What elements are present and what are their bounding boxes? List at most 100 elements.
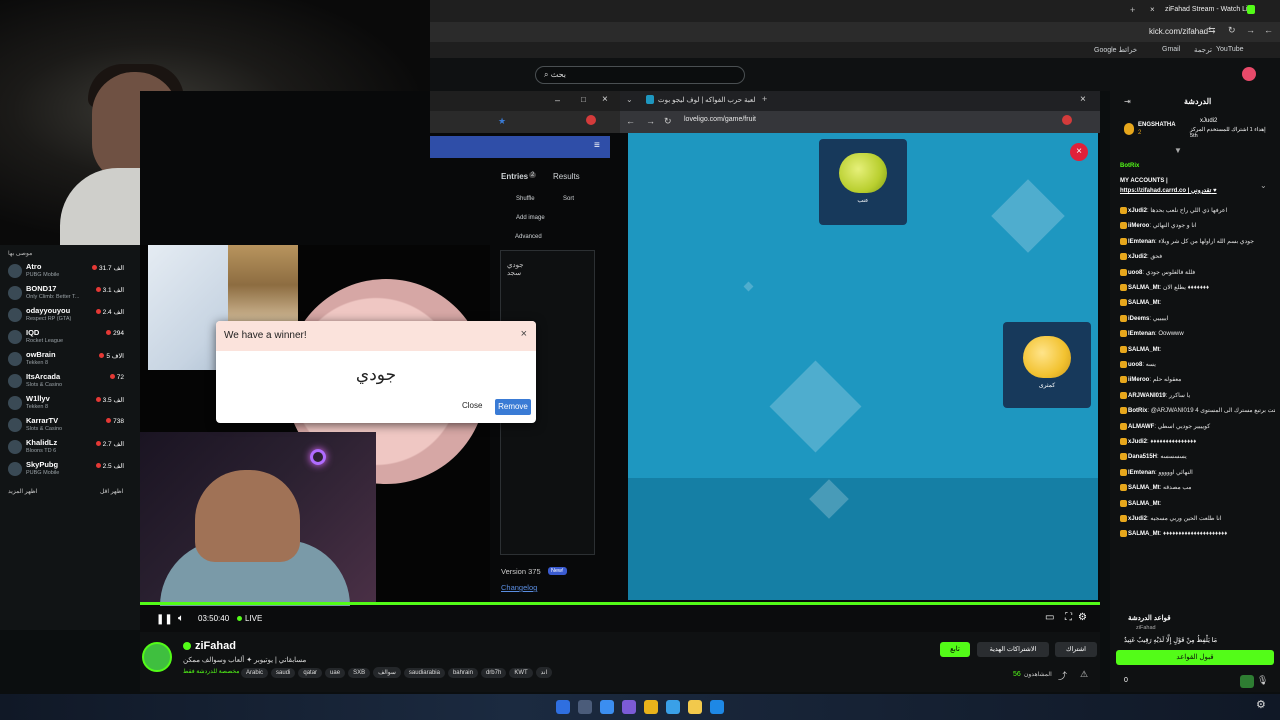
send-button[interactable] <box>1240 675 1254 688</box>
changelog-link[interactable]: Changelog <box>501 583 537 592</box>
tag[interactable]: bahrain <box>447 668 478 678</box>
channel-avatar[interactable] <box>142 642 172 672</box>
tag[interactable]: اند <box>535 667 553 678</box>
tag[interactable]: Arabic <box>241 668 269 678</box>
chat-username[interactable]: SALMA_Mt <box>1128 285 1160 291</box>
search-taskbar-icon[interactable] <box>578 700 592 714</box>
sidebar-channel[interactable]: IQD Rocket League 294 <box>8 327 134 349</box>
bookmark-gmail[interactable]: Gmail <box>1162 46 1180 53</box>
chrome-icon[interactable] <box>644 700 658 714</box>
minimize-icon[interactable]: – <box>555 95 560 105</box>
game-close-icon[interactable]: × <box>1070 143 1088 161</box>
chat-username[interactable]: xJudi2 <box>1128 208 1147 214</box>
app-icon[interactable] <box>622 700 636 714</box>
tag[interactable]: KWT <box>509 668 533 678</box>
tab-results[interactable]: Results <box>553 172 580 181</box>
user-avatar[interactable] <box>1242 67 1256 81</box>
follow-button[interactable]: تابع <box>940 642 970 657</box>
back-icon[interactable]: ← <box>626 116 635 126</box>
profile-icon[interactable] <box>1062 115 1072 125</box>
settings-icon[interactable]: ⇆ <box>1208 25 1216 36</box>
chat-username[interactable]: uoo8 <box>1128 270 1142 276</box>
subscribe-button[interactable]: اشتراك <box>1055 642 1097 657</box>
reload-icon[interactable]: ↻ <box>1228 25 1236 36</box>
expand-pinned-icon[interactable]: ⌄ <box>1260 181 1267 190</box>
add-image-button[interactable]: Add image <box>516 215 545 221</box>
settings-gear-icon[interactable]: ⚙ <box>1078 612 1087 623</box>
bookmark-youtube[interactable]: YouTube <box>1216 46 1244 53</box>
close-window-icon[interactable]: × <box>602 94 608 105</box>
chat-username[interactable]: lEmtenan <box>1128 331 1155 337</box>
accept-rules-button[interactable]: قبول القواعد <box>1116 650 1274 665</box>
sidebar-channel[interactable]: BOND17 Only Climb: Better T... 3.1 الف <box>8 283 134 305</box>
fullscreen-icon[interactable]: ⛶ <box>1065 612 1072 623</box>
pinned-gifter[interactable]: ENGSHATHA <box>1138 122 1176 128</box>
chat-username[interactable]: xJudi2 <box>1128 439 1147 445</box>
settings-gear-icon[interactable]: ⚙ <box>1256 698 1266 711</box>
sort-button[interactable]: Sort <box>563 196 574 202</box>
stream-category[interactable]: مخصصة للدردشة فقط <box>183 668 239 675</box>
tag[interactable]: uae <box>325 668 346 678</box>
new-tab-icon[interactable]: + <box>1130 5 1135 15</box>
bookmark-star-icon[interactable]: ★ <box>498 116 506 127</box>
sidebar-channel[interactable]: KarrarTV Slots & Casino 738 <box>8 415 134 437</box>
bookmark-maps[interactable]: Google خرائط <box>1094 46 1137 54</box>
tab-close-icon[interactable]: × <box>1150 5 1155 14</box>
show-less-link[interactable]: اظهر اقل <box>100 488 123 495</box>
sidebar-channel[interactable]: owBrain Tekken 8 5 الاف <box>8 349 134 371</box>
maximize-icon[interactable]: □ <box>581 95 586 104</box>
show-more-link[interactable]: اظهر المزيد <box>8 488 37 495</box>
new-tab-icon[interactable]: + <box>762 94 767 104</box>
back-icon[interactable]: ← <box>1264 25 1273 35</box>
url-text[interactable]: kick.com/zifahad <box>1149 27 1208 36</box>
search-input[interactable]: ⌕ بحث <box>535 66 745 84</box>
chat-username[interactable]: lEmtenan <box>1128 470 1155 476</box>
close-window-icon[interactable]: × <box>1080 94 1086 105</box>
bookmark-translate[interactable]: ترجمة <box>1194 46 1212 54</box>
game-tab-title[interactable]: لعبة حرب الفواكه | لوف ليجو بوت <box>658 96 755 104</box>
game-url[interactable]: loveligo.com/game/fruit <box>684 116 756 123</box>
fruit-card-pear[interactable]: كمثرى <box>1003 322 1091 408</box>
tag[interactable]: qatar <box>298 668 323 678</box>
forward-icon[interactable]: → <box>646 116 655 126</box>
app-icon[interactable] <box>710 700 724 714</box>
fruit-card-grapes[interactable]: عنب <box>819 139 907 225</box>
forward-icon[interactable]: → <box>1246 25 1255 35</box>
sidebar-channel[interactable]: Atro PUBG Mobile 31.7 الف <box>8 261 134 283</box>
share-icon[interactable]: ⤴ <box>1058 669 1067 682</box>
gift-subs-button[interactable]: الاشتراكات الهدية <box>977 642 1049 657</box>
bot-username[interactable]: BotRix <box>1120 163 1139 169</box>
profile-icon[interactable] <box>586 115 596 125</box>
close-button[interactable]: Close <box>462 401 482 410</box>
chat-username[interactable]: iDeems <box>1128 316 1149 322</box>
tag[interactable]: saudiarabia <box>403 668 445 678</box>
channel-name[interactable]: ziFahad <box>195 640 236 652</box>
chat-username[interactable]: xJudi2 <box>1128 254 1147 260</box>
browser-tab-title[interactable]: ziFahad Stream - Watch Li... <box>1165 6 1253 13</box>
start-icon[interactable] <box>556 700 570 714</box>
app-icon[interactable] <box>666 700 680 714</box>
chat-username[interactable]: SALMA_Mt <box>1128 300 1160 306</box>
points-balance[interactable]: 0 <box>1124 677 1128 684</box>
chat-username[interactable]: uoo8 <box>1128 362 1142 368</box>
chat-username[interactable]: lEmtenan <box>1128 239 1155 245</box>
sidebar-channel[interactable]: ItsArcada Slots & Casino 72 <box>8 371 134 393</box>
pinned-msg-user[interactable]: xJudi2 <box>1200 118 1217 124</box>
tag[interactable]: SXB <box>348 668 371 678</box>
volume-icon[interactable]: 🔈︎ <box>178 613 184 624</box>
sidebar-channel[interactable]: odayyouyou Respect RP (GTA) 2.4 الف <box>8 305 134 327</box>
tag[interactable]: drb7h <box>480 668 507 678</box>
collapse-chat-icon[interactable]: ⇥ <box>1124 97 1131 106</box>
tag[interactable]: saudi <box>271 668 296 678</box>
chat-username[interactable]: Dana515H <box>1128 454 1157 460</box>
menu-icon[interactable]: ≡ <box>594 140 600 151</box>
chat-username[interactable]: SALMA_Mt <box>1128 485 1160 491</box>
chat-username[interactable]: ARJWANI019 <box>1128 393 1166 399</box>
dialog-close-icon[interactable]: × <box>521 328 527 340</box>
chat-username[interactable]: BotRix <box>1128 408 1147 414</box>
remove-button[interactable]: Remove <box>495 399 531 415</box>
chat-username[interactable]: SALMA_Mt <box>1128 347 1160 353</box>
sidebar-channel[interactable]: W1llyv Tekken 8 3.5 الف <box>8 393 134 415</box>
stream-progress-bar[interactable] <box>140 602 1100 605</box>
chat-username[interactable]: xJudi2 <box>1128 516 1147 522</box>
